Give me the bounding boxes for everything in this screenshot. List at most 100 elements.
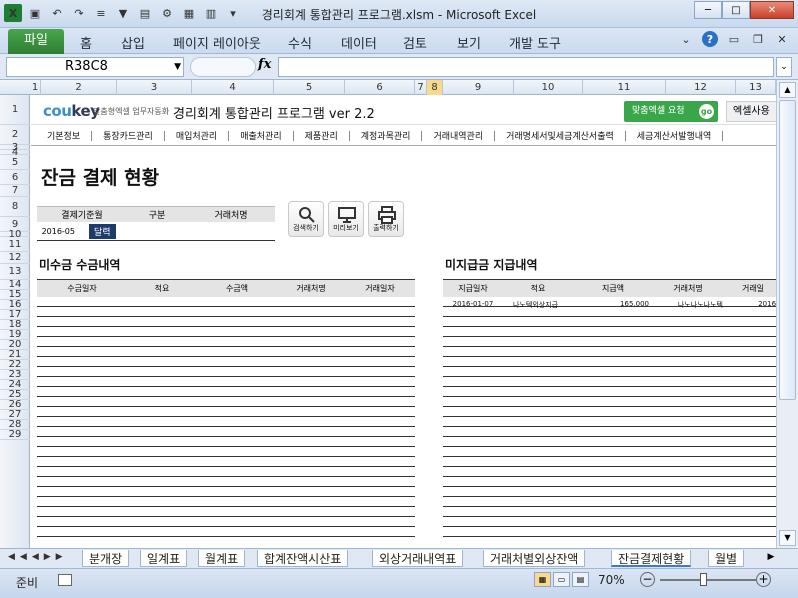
table-row[interactable] bbox=[37, 377, 415, 387]
table-row[interactable]: 2016-01-07 나노텍외상지급 165,000 나노나노나노텍 2016-… bbox=[443, 300, 776, 310]
table-row[interactable] bbox=[37, 417, 415, 427]
table-row[interactable] bbox=[443, 437, 776, 447]
column-header[interactable]: 5 bbox=[274, 80, 345, 95]
table-row[interactable] bbox=[37, 407, 415, 417]
menu-transactions[interactable]: 거래내역관리 bbox=[433, 129, 483, 142]
tab-review[interactable]: 검토 bbox=[403, 33, 427, 52]
insert-function-icon[interactable]: fx bbox=[258, 57, 271, 72]
column-header[interactable]: 13 bbox=[736, 80, 776, 95]
macro-record-icon[interactable] bbox=[58, 574, 72, 586]
scroll-thumb[interactable] bbox=[779, 100, 796, 400]
name-box-dropdown-icon[interactable]: ▼ bbox=[174, 58, 181, 76]
table-row[interactable] bbox=[37, 427, 415, 437]
search-button[interactable]: 검색하기 bbox=[288, 201, 324, 237]
table-row[interactable] bbox=[37, 297, 415, 307]
table-row[interactable] bbox=[443, 447, 776, 457]
name-box[interactable]: R38C8 ▼ bbox=[6, 57, 184, 77]
table-row[interactable] bbox=[37, 507, 415, 517]
table-row[interactable] bbox=[443, 367, 776, 377]
preview-button[interactable]: 미리보기 bbox=[328, 201, 364, 237]
column-header[interactable]: 6 bbox=[345, 80, 415, 95]
column-header[interactable]: 10 bbox=[514, 80, 583, 95]
zoom-in-button[interactable]: + bbox=[756, 572, 771, 587]
table-row[interactable] bbox=[37, 527, 415, 537]
window-close-icon[interactable]: ✕ bbox=[774, 31, 790, 47]
tab-formulas[interactable]: 수식 bbox=[288, 33, 312, 52]
table-row[interactable] bbox=[443, 457, 776, 467]
month-value[interactable]: 2016-05 bbox=[37, 227, 75, 236]
menu-products[interactable]: 제품관리 bbox=[305, 129, 338, 142]
menu-invoice-print[interactable]: 거래명세서및세금계산서출력 bbox=[506, 129, 614, 142]
table-row[interactable] bbox=[37, 327, 415, 337]
minimize-ribbon-icon[interactable]: ⌄ bbox=[678, 31, 694, 47]
column-header[interactable]: 3 bbox=[117, 80, 192, 95]
close-button[interactable]: ✕ bbox=[750, 1, 794, 19]
sheet-tab[interactable]: 합계잔액시산표 bbox=[257, 550, 349, 567]
table-row[interactable] bbox=[443, 407, 776, 417]
minimize-button[interactable]: ─ bbox=[694, 1, 722, 19]
row-header[interactable]: 29 bbox=[0, 429, 30, 440]
table-row[interactable] bbox=[37, 467, 415, 477]
row-header[interactable]: 8 bbox=[0, 197, 30, 217]
column-header-selected[interactable]: 8 bbox=[427, 80, 443, 95]
sheet-tab-active[interactable]: 잔금결제현황 bbox=[611, 550, 692, 567]
table-row[interactable] bbox=[37, 307, 415, 317]
table-row[interactable] bbox=[443, 387, 776, 397]
maximize-button[interactable]: □ bbox=[722, 1, 750, 19]
table-row[interactable] bbox=[37, 397, 415, 407]
table-row[interactable] bbox=[443, 427, 776, 437]
table-row[interactable] bbox=[443, 467, 776, 477]
column-header[interactable]: 2 bbox=[41, 80, 117, 95]
column-header[interactable]: 11 bbox=[583, 80, 666, 95]
table-row[interactable] bbox=[443, 377, 776, 387]
menu-sales-clients[interactable]: 매출처관리 bbox=[240, 129, 281, 142]
table-row[interactable] bbox=[443, 347, 776, 357]
worksheet[interactable]: coukey 맞춤형엑셀 업무자동화 경리회계 통합관리 프로그램 ver 2.… bbox=[31, 95, 776, 548]
menu-bank-card[interactable]: 통장카드관리 bbox=[103, 129, 153, 142]
sheet-tab[interactable]: 월계표 bbox=[198, 550, 246, 567]
zoom-level[interactable]: 70% bbox=[598, 573, 625, 587]
table-row[interactable] bbox=[37, 517, 415, 527]
table-row[interactable] bbox=[37, 437, 415, 447]
row-header[interactable]: 11 bbox=[0, 237, 30, 252]
table-row[interactable] bbox=[37, 337, 415, 347]
column-header[interactable]: 12 bbox=[666, 80, 736, 95]
sheet-tab[interactable]: 거래처별외상잔액 bbox=[483, 550, 586, 567]
table-row[interactable] bbox=[443, 527, 776, 537]
sheet-tab[interactable]: 분개장 bbox=[82, 550, 130, 567]
table-row[interactable] bbox=[443, 337, 776, 347]
row-header[interactable]: 7 bbox=[0, 185, 30, 197]
menu-accounts[interactable]: 계정과목관리 bbox=[361, 129, 411, 142]
table-row[interactable] bbox=[443, 317, 776, 327]
table-row[interactable] bbox=[37, 317, 415, 327]
table-row[interactable] bbox=[37, 497, 415, 507]
column-header[interactable]: 9 bbox=[443, 80, 514, 95]
row-header[interactable]: 12 bbox=[0, 252, 30, 264]
tab-view[interactable]: 보기 bbox=[457, 33, 481, 52]
help-icon[interactable]: ? bbox=[702, 31, 718, 47]
table-row[interactable] bbox=[443, 397, 776, 407]
column-header[interactable]: 4 bbox=[192, 80, 274, 95]
table-row[interactable] bbox=[37, 357, 415, 367]
window-minimize-icon[interactable]: ▭ bbox=[726, 31, 742, 47]
table-row[interactable] bbox=[443, 357, 776, 367]
page-break-view-icon[interactable]: ▤ bbox=[572, 572, 589, 587]
excel-usage-button[interactable]: 엑셀사용 bbox=[726, 101, 776, 122]
window-restore-icon[interactable]: ❐ bbox=[750, 31, 766, 47]
table-row[interactable] bbox=[37, 387, 415, 397]
payable-table-rows[interactable] bbox=[443, 297, 776, 537]
column-header[interactable]: 7 bbox=[415, 80, 427, 95]
table-row[interactable] bbox=[443, 327, 776, 337]
custom-excel-request-button[interactable]: 맞춤엑셀 요청 go bbox=[624, 101, 718, 122]
print-button[interactable]: 출력하기 bbox=[368, 201, 404, 237]
menu-purchase-vendors[interactable]: 매입처관리 bbox=[176, 129, 217, 142]
table-row[interactable] bbox=[37, 447, 415, 457]
expand-formula-bar-icon[interactable]: ⌄ bbox=[776, 57, 792, 77]
sheet-tab[interactable]: 일계표 bbox=[140, 550, 188, 567]
sheet-tab[interactable]: 외상거래내역표 bbox=[372, 550, 464, 567]
page-layout-view-icon[interactable]: ▭ bbox=[553, 572, 570, 587]
table-row[interactable] bbox=[443, 477, 776, 487]
zoom-out-button[interactable]: − bbox=[640, 572, 655, 587]
vertical-scrollbar[interactable]: ▲ ▼ bbox=[776, 80, 798, 548]
row-header[interactable]: 13 bbox=[0, 264, 30, 280]
